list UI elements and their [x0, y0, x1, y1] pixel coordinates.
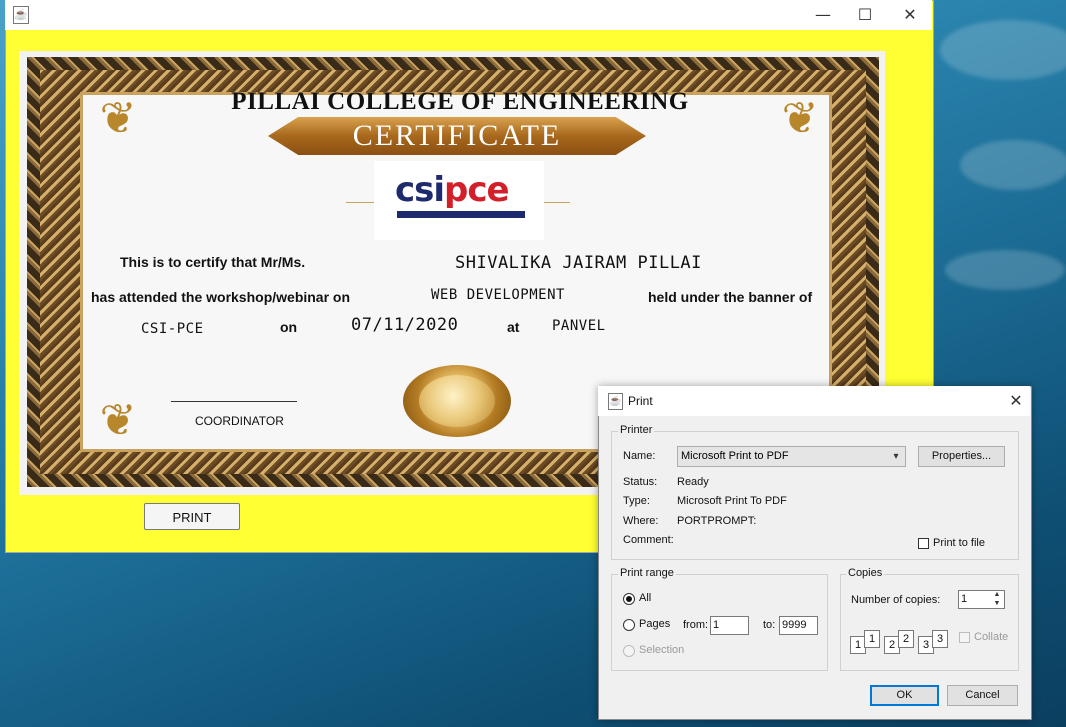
where-value: PORTPROMPT: [677, 515, 757, 527]
background-wave [960, 140, 1066, 190]
logo-divider-left [346, 202, 374, 203]
pages-radio[interactable] [623, 619, 635, 631]
logo-divider-right [544, 202, 570, 203]
background-wave [940, 20, 1066, 80]
status-label: Status: [623, 476, 658, 488]
at-label: at [507, 319, 520, 335]
type-value: Microsoft Print To PDF [677, 495, 787, 507]
printer-name-label: Name: [623, 450, 656, 462]
close-button[interactable]: ✕ [895, 4, 925, 26]
banner-text: held under the banner of [648, 289, 813, 305]
college-name: PILLAI COLLEGE OF ENGINEERING [231, 88, 689, 115]
event-date: 07/11/2020 [351, 315, 459, 335]
from-input[interactable]: 1 [710, 616, 749, 635]
to-input[interactable]: 9999 [779, 616, 818, 635]
maximize-button[interactable]: ☐ [850, 4, 880, 26]
printer-name-select[interactable]: Microsoft Print to PDF [677, 446, 906, 467]
venue-name: PANVEL [552, 318, 606, 334]
where-label: Where: [623, 515, 659, 527]
java-icon: ☕ [13, 6, 29, 24]
all-label: All [639, 592, 652, 604]
logo-part-csi: csi [395, 170, 445, 210]
print-dialog-titlebar [598, 386, 1030, 416]
csipce-logo-text: csipce [395, 170, 510, 210]
print-dialog-title: Print [628, 394, 653, 408]
ornament-bottom-left-icon: ❦ [99, 395, 137, 446]
type-label: Type: [623, 495, 650, 507]
copies-legend: Copies [846, 567, 885, 579]
on-label: on [280, 319, 298, 335]
ok-button[interactable]: OK [870, 685, 939, 706]
ornament-top-right-icon: ❦ [781, 93, 819, 144]
from-label: from: [683, 619, 709, 631]
signature-line [171, 401, 297, 402]
properties-button[interactable]: Properties... [918, 446, 1005, 467]
selection-label: Selection [639, 644, 685, 656]
collate-label: Collate [974, 631, 1009, 643]
cancel-button[interactable]: Cancel [947, 685, 1018, 706]
gold-seal-center [419, 375, 495, 427]
copies-spinner-icon[interactable]: ▲ ▼ [989, 590, 1005, 608]
copies-group [840, 574, 1019, 671]
certificate-banner-text: CERTIFICATE [352, 119, 562, 152]
certify-text: This is to certify that Mr/Ms. [120, 254, 306, 270]
event-name: WEB DEVELOPMENT [431, 287, 565, 303]
certificate-window-titlebar: ☕ — ☐ ✕ [5, 0, 932, 30]
print-to-file-label: Print to file [933, 537, 985, 549]
print-range-legend: Print range [618, 567, 676, 579]
copy-page-icon: 2 [898, 630, 914, 648]
copy-page-icon: 3 [932, 630, 948, 648]
logo-part-pce: pce [444, 170, 510, 210]
print-button[interactable]: PRINT [144, 503, 240, 530]
number-of-copies-label: Number of copies: [851, 594, 941, 606]
background-wave [945, 250, 1065, 290]
logo-tagline-bar [397, 211, 525, 218]
java-icon: ☕ [608, 393, 623, 410]
comment-label: Comment: [623, 534, 674, 546]
print-to-file-checkbox[interactable] [918, 538, 929, 549]
copy-page-icon: 1 [864, 630, 880, 648]
to-label: to: [763, 619, 776, 631]
dialog-close-icon[interactable]: ✕ [1004, 390, 1028, 412]
recipient-name: SHIVALIKA JAIRAM PILLAI [455, 253, 702, 273]
pages-label: Pages [639, 618, 671, 630]
coordinator-label: COORDINATOR [195, 414, 284, 428]
status-value: Ready [677, 476, 709, 488]
all-radio-dot [626, 596, 632, 602]
selection-radio[interactable] [623, 645, 635, 657]
organizer-name: CSI-PCE [141, 321, 204, 337]
attended-text: has attended the workshop/webinar on [91, 289, 351, 305]
chevron-down-icon[interactable]: ▾ [888, 447, 904, 466]
printer-legend: Printer [618, 424, 655, 436]
minimize-button[interactable]: — [808, 4, 838, 26]
ornament-top-left-icon: ❦ [99, 93, 137, 144]
collate-checkbox[interactable] [959, 632, 970, 643]
